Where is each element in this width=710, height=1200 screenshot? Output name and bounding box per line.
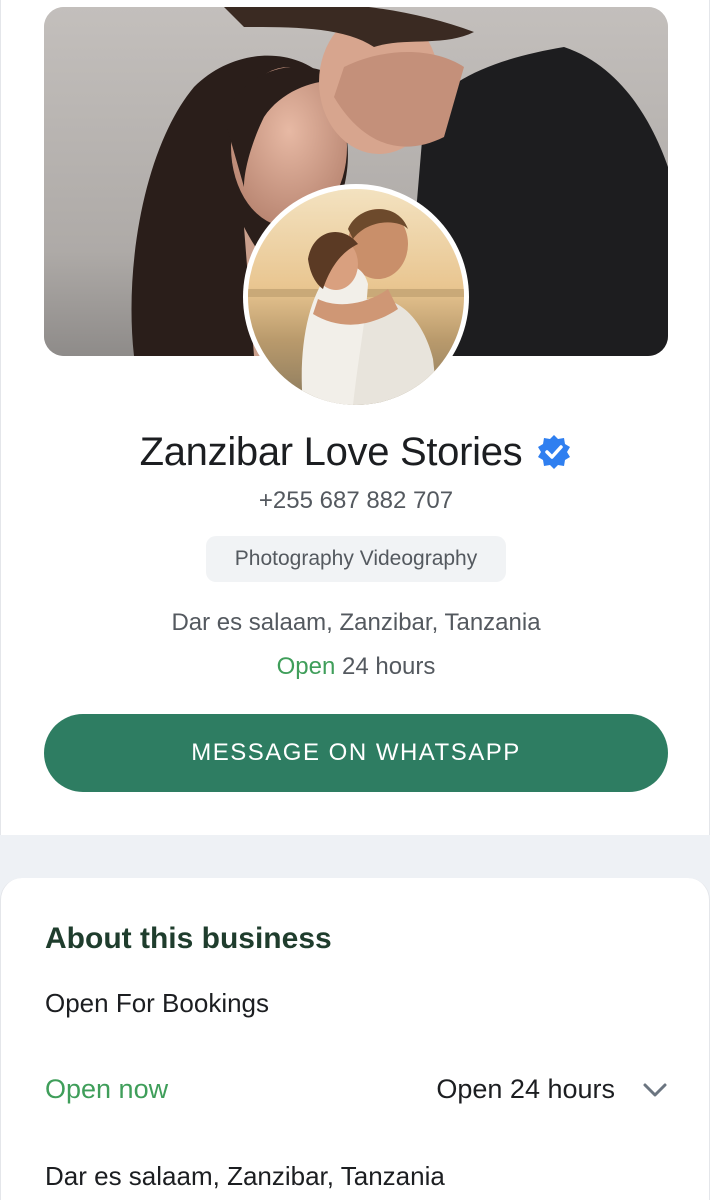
about-address: Dar es salaam, Zanzibar, Tanzania <box>45 1161 445 1191</box>
category-badge: Photography Videography <box>206 536 506 582</box>
open-status: Open <box>276 653 336 680</box>
profile-avatar[interactable] <box>243 184 469 410</box>
hours-dropdown[interactable]: Open now Open 24 hours <box>45 1074 669 1105</box>
chevron-down-icon[interactable] <box>641 1076 669 1104</box>
business-profile-card: Zanzibar Love Stories +255 687 882 707 P… <box>0 0 710 835</box>
business-name-row: Zanzibar Love Stories <box>1 424 710 480</box>
open-now-status: Open now <box>45 1074 169 1104</box>
message-on-whatsapp-button[interactable]: MESSAGE ON WHATSAPP <box>44 714 668 792</box>
hours-text: 24 hours <box>335 653 436 680</box>
business-phone[interactable]: +255 687 882 707 <box>1 487 710 515</box>
business-name: Zanzibar Love Stories <box>139 429 523 474</box>
about-business-card: About this business Open For Bookings Op… <box>0 878 710 1200</box>
about-title: About this business <box>45 922 332 955</box>
hours-value: Open 24 hours <box>436 1074 615 1104</box>
about-description: Open For Bookings <box>45 988 270 1018</box>
business-address: Dar es salaam, Zanzibar, Tanzania <box>171 609 541 636</box>
verified-badge-icon <box>536 434 572 470</box>
business-hours: Open 24 hours <box>1 653 710 681</box>
